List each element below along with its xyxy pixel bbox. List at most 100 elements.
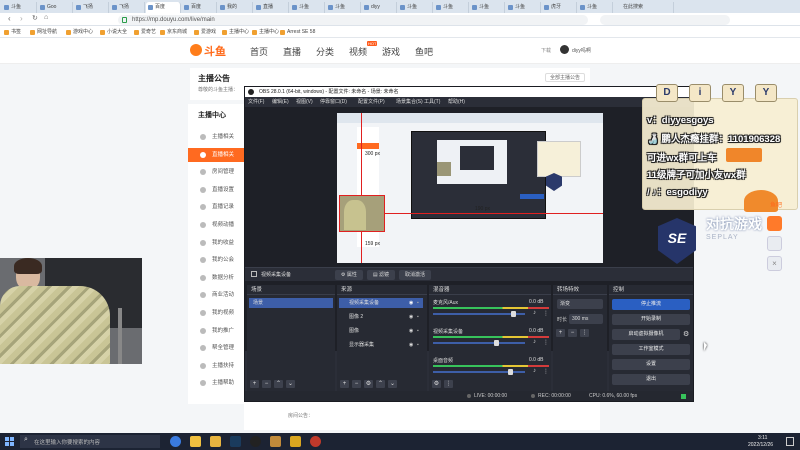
- bookmark-item[interactable]: Arrest SE 58: [280, 28, 315, 36]
- filters-button[interactable]: ▤ 滤镜: [367, 270, 395, 280]
- bookmark-item[interactable]: 书签: [4, 28, 21, 36]
- bookmark-item[interactable]: 小说大全: [100, 28, 127, 36]
- address-search-box[interactable]: [600, 15, 730, 25]
- task-view-icon[interactable]: [190, 436, 201, 447]
- channel-menu-icon[interactable]: ⋮: [543, 368, 549, 375]
- sidebar-item[interactable]: 商业活动: [188, 288, 244, 302]
- bookmark-item[interactable]: 主播中心: [252, 28, 279, 36]
- transition-menu-button[interactable]: ⋮: [580, 329, 589, 337]
- deactivate-button[interactable]: 取消激活: [399, 270, 431, 280]
- file-explorer-icon[interactable]: [210, 436, 221, 447]
- add-scene-button[interactable]: +: [250, 380, 259, 388]
- sidebar-item[interactable]: 视频动播: [188, 218, 244, 232]
- source-down-button[interactable]: ⌄: [388, 380, 397, 388]
- browser-tab[interactable]: 飞扬: [74, 2, 109, 13]
- speaker-icon[interactable]: ♪: [533, 368, 536, 374]
- gift-icon[interactable]: [767, 216, 782, 231]
- sidebar-item[interactable]: 主播相关: [188, 130, 244, 144]
- volume-slider-track[interactable]: [433, 342, 525, 344]
- nav-category[interactable]: 分类: [316, 45, 334, 58]
- obs-menu-item[interactable]: 场景集合(S): [396, 97, 423, 107]
- source-up-button[interactable]: ⌃: [376, 380, 385, 388]
- nav-home[interactable]: 首页: [250, 45, 268, 58]
- browser-tab[interactable]: 斗鱼: [470, 2, 505, 13]
- remove-source-button[interactable]: −: [352, 380, 361, 388]
- eye-icon[interactable]: ◉: [409, 326, 413, 336]
- browser-tab[interactable]: 斗鱼: [434, 2, 469, 13]
- source-item[interactable]: 显示器采集 ◉ ▪: [339, 340, 423, 350]
- douyu-logo[interactable]: 斗鱼: [190, 42, 230, 60]
- browser-tab[interactable]: 直播: [254, 2, 289, 13]
- browser-tab[interactable]: diyy: [362, 2, 397, 13]
- notification-icon[interactable]: [786, 437, 794, 446]
- browser-tab[interactable]: 斗鱼: [398, 2, 433, 13]
- obs-menu-item[interactable]: 编辑(E): [272, 97, 289, 107]
- nav-fishbar[interactable]: 鱼吧: [415, 45, 433, 58]
- bookmark-item[interactable]: 主播中心: [222, 28, 249, 36]
- close-icon[interactable]: ×: [767, 256, 782, 271]
- sidebar-item[interactable]: 数据分析: [188, 271, 244, 285]
- sidebar-item[interactable]: 主播帮助: [188, 376, 244, 390]
- browser-tab[interactable]: 斗鱼: [578, 2, 613, 13]
- scene-down-button[interactable]: ⌄: [286, 380, 295, 388]
- sidebar-item[interactable]: 直播设置: [188, 183, 244, 197]
- duration-input[interactable]: 300 ms: [569, 314, 603, 324]
- nav-video[interactable]: 视频: [349, 45, 367, 58]
- browser-taskbar-icon[interactable]: [170, 436, 181, 447]
- eye-icon[interactable]: ◉: [409, 340, 413, 350]
- obs-menu-item[interactable]: 帮助(H): [448, 97, 465, 107]
- obs-menu-item[interactable]: 配置文件(P): [358, 97, 385, 107]
- avatar[interactable]: [560, 45, 569, 54]
- mixer-menu-button[interactable]: ⋮: [444, 380, 453, 388]
- add-transition-button[interactable]: +: [556, 329, 565, 337]
- stop-streaming-button[interactable]: 停止推流: [612, 299, 690, 310]
- nav-live[interactable]: 直播: [283, 45, 301, 58]
- add-source-button[interactable]: +: [340, 380, 349, 388]
- steam-icon[interactable]: [230, 436, 241, 447]
- obs-taskbar-icon[interactable]: [250, 436, 261, 447]
- username[interactable]: diyy吗啊: [572, 47, 591, 54]
- sidebar-item[interactable]: 我的收益: [188, 236, 244, 250]
- sidebar-item[interactable]: 直播相关: [188, 147, 244, 162]
- lock-icon[interactable]: ▪: [417, 312, 419, 322]
- lock-icon[interactable]: ▪: [417, 340, 419, 350]
- channel-menu-icon[interactable]: ⋮: [543, 310, 549, 317]
- source-item[interactable]: 视频采集设备 ◉ ▪: [339, 298, 423, 308]
- obs-menu-item[interactable]: 文件(F): [248, 97, 264, 107]
- speaker-icon[interactable]: ♪: [533, 339, 536, 345]
- bookmark-item[interactable]: 京东商城: [160, 28, 187, 36]
- media-taskbar-icon[interactable]: [310, 436, 321, 447]
- url-input[interactable]: https://mp.douyu.com/live/main: [118, 15, 588, 25]
- selected-source-box[interactable]: [339, 195, 385, 232]
- volume-slider-handle[interactable]: [511, 311, 516, 317]
- lock-icon[interactable]: ▪: [417, 298, 419, 308]
- browser-tab[interactable]: Goo: [38, 2, 73, 13]
- mixer-settings-button[interactable]: ⚙: [432, 380, 441, 388]
- download-link[interactable]: 下载: [541, 47, 551, 54]
- forward-icon[interactable]: ›: [20, 14, 23, 23]
- obs-menu-item[interactable]: 工具(T): [424, 97, 440, 107]
- qr-icon[interactable]: [767, 236, 782, 251]
- transition-select[interactable]: 渐变: [557, 299, 603, 309]
- browser-tab[interactable]: 斗鱼: [290, 2, 325, 13]
- studio-mode-button[interactable]: 工作室模式: [612, 344, 690, 355]
- channel-menu-icon[interactable]: ⋮: [543, 339, 549, 346]
- start-recording-button[interactable]: 开始录制: [612, 314, 690, 325]
- browser-tab[interactable]: 斗鱼: [326, 2, 361, 13]
- sidebar-item[interactable]: 帮全管理: [188, 341, 244, 355]
- volume-slider-handle[interactable]: [494, 340, 499, 346]
- bookmark-item[interactable]: 爱游戏: [194, 28, 216, 36]
- exit-button[interactable]: 退出: [612, 374, 690, 385]
- remove-scene-button[interactable]: −: [262, 380, 271, 388]
- lock-icon[interactable]: ▪: [417, 326, 419, 336]
- browser-tab[interactable]: 飞扬: [110, 2, 145, 13]
- back-icon[interactable]: ‹: [8, 14, 11, 23]
- taskbar-search[interactable]: ⌕ 在这里输入你要搜索的内容: [20, 435, 160, 448]
- browser-tab[interactable]: 斗鱼: [506, 2, 541, 13]
- new-tab-search[interactable]: 在此搜索: [614, 2, 674, 13]
- nav-game[interactable]: 游戏: [382, 45, 400, 58]
- scene-up-button[interactable]: ⌃: [274, 380, 283, 388]
- browser-tab[interactable]: 百度: [146, 2, 181, 13]
- sidebar-item[interactable]: 直播记录: [188, 200, 244, 214]
- properties-button[interactable]: ⚙ 属性: [335, 270, 363, 280]
